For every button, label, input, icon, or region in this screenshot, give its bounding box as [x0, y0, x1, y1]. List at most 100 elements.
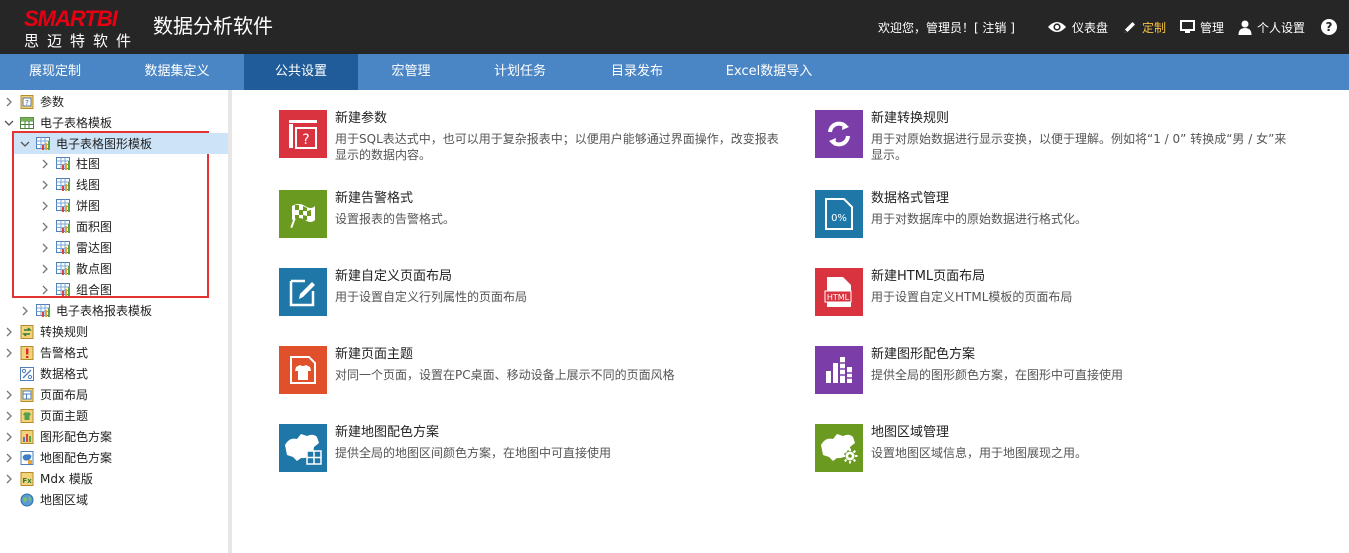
checkered-flag-icon[interactable]	[279, 190, 327, 238]
theme-icon	[20, 408, 34, 423]
expand-caret-icon[interactable]	[40, 201, 50, 211]
new-alert-format-card: 新建告警格式 设置报表的告警格式。	[279, 190, 789, 238]
expand-caret-icon[interactable]	[4, 348, 14, 358]
expand-caret-icon[interactable]	[40, 180, 50, 190]
tree-item-parameters[interactable]: ? 参数	[4, 91, 64, 112]
expand-caret-icon[interactable]	[4, 97, 14, 107]
spreadsheet-chart-icon	[56, 240, 70, 255]
expand-caret-icon[interactable]	[20, 306, 30, 316]
tree-item-label: 页面布局	[40, 388, 89, 402]
tree-item-label: 告警格式	[40, 346, 89, 360]
card-description: 设置报表的告警格式。	[335, 211, 455, 227]
no-caret	[4, 495, 14, 505]
tab-excel-import[interactable]: Excel数据导入	[698, 54, 840, 90]
map-color-icon[interactable]	[279, 424, 327, 472]
dashboard-label: 仪表盘	[1071, 20, 1108, 35]
spreadsheet-chart-icon	[36, 136, 50, 151]
tree-item-data-formats[interactable]: 数据格式	[4, 363, 88, 384]
new-map-color-scheme-link[interactable]: 新建地图配色方案	[335, 424, 611, 441]
new-map-color-scheme-card: 新建地图配色方案 提供全局的地图区间颜色方案，在地图中可直接使用	[279, 424, 789, 472]
tree-item-mdx-templates[interactable]: Fx Mdx 模版	[4, 468, 93, 489]
tree-item-pie-chart[interactable]: 饼图	[40, 195, 100, 216]
tab-dataset[interactable]: 数据集定义	[110, 54, 244, 90]
tree-item-page-themes[interactable]: 页面主题	[4, 405, 88, 426]
tree-item-bar-chart[interactable]: 柱图	[40, 153, 100, 174]
new-conversion-rule-link[interactable]: 新建转换规则	[871, 110, 1286, 127]
tree-item-conversion-rules[interactable]: 转换规则	[4, 321, 88, 342]
tree-item-map-regions[interactable]: 地图区域	[4, 489, 88, 510]
personal-settings-link[interactable]: 个人设置	[1238, 19, 1305, 36]
expand-caret-icon[interactable]	[40, 222, 50, 232]
tree-item-area-chart[interactable]: 面积图	[40, 216, 112, 237]
sidebar-splitter[interactable]	[228, 90, 232, 553]
tab-presentation[interactable]: 展现定制	[0, 54, 110, 90]
percent-icon[interactable]: 0%	[815, 190, 863, 238]
card-description-line-1: 用于设置自定义HTML模板的页面布局	[871, 290, 1073, 304]
card-description: 用于对数据库中的原始数据进行格式化。	[871, 211, 1087, 227]
expand-caret-icon[interactable]	[4, 474, 14, 484]
expand-caret-icon[interactable]	[40, 264, 50, 274]
new-alert-format-link[interactable]: 新建告警格式	[335, 190, 455, 207]
new-custom-page-layout-link[interactable]: 新建自定义页面布局	[335, 268, 527, 285]
color-scheme-icon	[20, 429, 34, 444]
tab-catalog-publish[interactable]: 目录发布	[576, 54, 698, 90]
new-page-theme-link[interactable]: 新建页面主题	[335, 346, 675, 363]
welcome-logout[interactable]: 欢迎您，管理员！[ 注销 ]	[878, 19, 1015, 36]
new-chart-color-scheme-link[interactable]: 新建图形配色方案	[871, 346, 1123, 363]
tree-item-scatter-chart[interactable]: 散点图	[40, 258, 112, 279]
tree-item-chart-color-schemes[interactable]: 图形配色方案	[4, 426, 112, 447]
tab-schedule[interactable]: 计划任务	[464, 54, 576, 90]
card-description-line-1: 提供全局的地图区间颜色方案，在地图中可直接使用	[335, 446, 612, 460]
expand-caret-icon[interactable]	[4, 432, 14, 442]
tab-public-settings[interactable]: 公共设置	[244, 54, 358, 90]
edit-layout-icon[interactable]	[279, 268, 327, 316]
app-header: SMARTBI 思迈特软件 数据分析软件 欢迎您，管理员！[ 注销 ] 仪表盘 …	[0, 0, 1349, 54]
tree-item-radar-chart[interactable]: 雷达图	[40, 237, 112, 258]
tree-item-spreadsheet-templates[interactable]: 电子表格模板	[4, 112, 112, 133]
svg-text:?: ?	[302, 132, 309, 148]
expand-caret-icon[interactable]	[4, 411, 14, 421]
bar-chart-icon[interactable]	[815, 346, 863, 394]
tree-item-label: 电子表格模板	[40, 116, 113, 130]
expand-caret-icon[interactable]	[40, 243, 50, 253]
tree-item-spreadsheet-chart-templates[interactable]: 电子表格图形模板	[14, 133, 228, 154]
manage-link[interactable]: 管理	[1179, 19, 1224, 36]
tree-item-map-color-schemes[interactable]: 地图配色方案	[4, 447, 112, 468]
tree-item-label: 电子表格报表模板	[56, 304, 153, 318]
app-title: 数据分析软件	[153, 14, 273, 38]
map-region-management-link[interactable]: 地图区域管理	[871, 424, 1087, 441]
spreadsheet-chart-icon	[56, 261, 70, 276]
tree-item-label: 面积图	[76, 220, 113, 234]
map-gear-icon[interactable]	[815, 424, 863, 472]
parameter-icon[interactable]: ?	[279, 110, 327, 158]
spreadsheet-chart-icon	[36, 303, 50, 318]
tree-item-line-chart[interactable]: 线图	[40, 174, 100, 195]
customize-link[interactable]: 定制	[1122, 19, 1166, 36]
collapse-caret-icon[interactable]	[20, 139, 30, 149]
card-description-line-1: 用于SQL表达式中，也可以用于复杂报表中；以便用户能够通过界面操作，改变报表	[335, 132, 779, 146]
tree-item-page-layouts[interactable]: 页面布局	[4, 384, 88, 405]
refresh-icon[interactable]	[815, 110, 863, 158]
tree-item-alert-formats[interactable]: 告警格式	[4, 342, 88, 363]
card-description-line-1: 用于对数据库中的原始数据进行格式化。	[871, 212, 1088, 226]
expand-caret-icon[interactable]	[40, 285, 50, 295]
collapse-caret-icon[interactable]	[4, 118, 14, 128]
tree-item-label: 转换规则	[40, 325, 89, 339]
card-description-line-1: 对同一个页面，设置在PC桌面、移动设备上展示不同的页面风格	[335, 368, 675, 382]
expand-caret-icon[interactable]	[40, 159, 50, 169]
dashboard-link[interactable]: 仪表盘	[1047, 19, 1108, 36]
html-icon[interactable]: HTML	[815, 268, 863, 316]
svg-text:Fx: Fx	[22, 477, 32, 485]
tab-macro[interactable]: 宏管理	[358, 54, 464, 90]
expand-caret-icon[interactable]	[4, 327, 14, 337]
data-format-management-link[interactable]: 数据格式管理	[871, 190, 1087, 207]
tree-item-spreadsheet-report-templates[interactable]: 电子表格报表模板	[20, 300, 152, 321]
tree-item-combo-chart[interactable]: 组合图	[40, 279, 112, 300]
expand-caret-icon[interactable]	[4, 390, 14, 400]
help-icon[interactable]: ?	[1321, 19, 1337, 35]
expand-caret-icon[interactable]	[4, 453, 14, 463]
shirt-icon[interactable]	[279, 346, 327, 394]
new-parameter-link[interactable]: 新建参数	[335, 110, 779, 127]
tree-item-label: 线图	[76, 178, 101, 192]
new-html-page-layout-link[interactable]: 新建HTML页面布局	[871, 268, 1072, 285]
